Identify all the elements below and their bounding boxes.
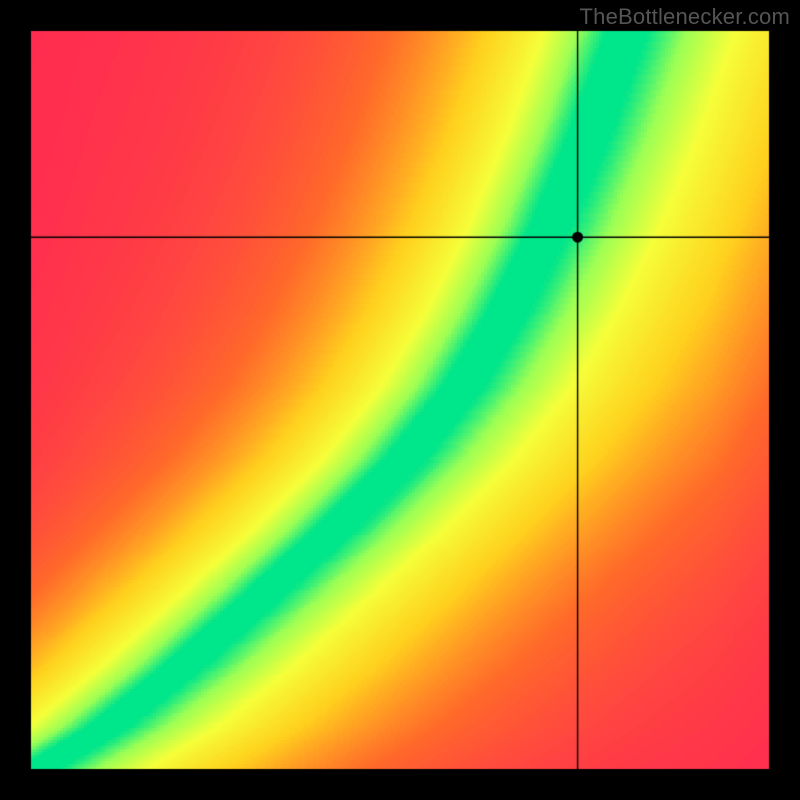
bottleneck-heatmap — [0, 0, 800, 800]
chart-container: TheBottlenecker.com — [0, 0, 800, 800]
watermark-text: TheBottlenecker.com — [580, 4, 790, 30]
